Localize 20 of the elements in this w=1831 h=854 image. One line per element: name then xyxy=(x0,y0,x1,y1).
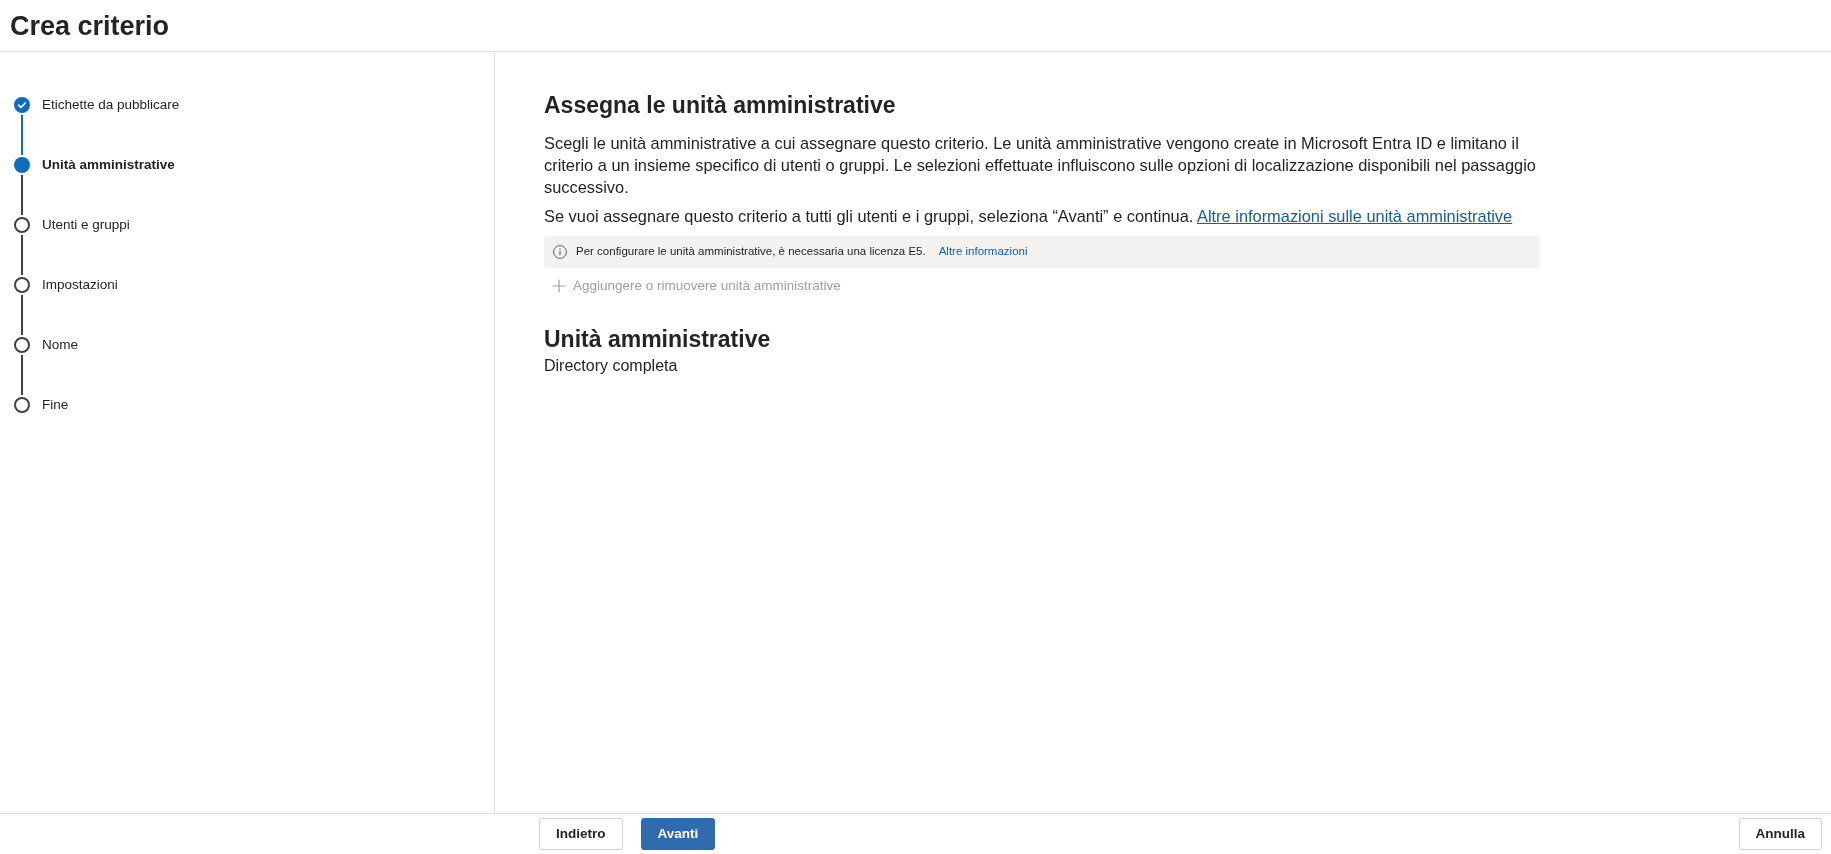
description-text: Scegli le unità amministrative a cui assegnare questo criterio. Le unità amministrative vengono create in Microsoft Entra ID e limitano il criterio a un insieme specifico di utenti o gruppi. Le selezioni effettuate influiscono sulle opzioni di localizzazione disponibili nel passaggio successivo. xyxy=(544,133,1537,198)
section-heading: Assegna le unità amministrative xyxy=(544,91,896,120)
step-label[interactable]: Utenti e gruppi xyxy=(42,217,130,233)
info-text: Per configurare le unità amministrative, è necessaria una licenza E5. xyxy=(576,244,926,260)
step-label[interactable]: Unità amministrative xyxy=(42,157,175,173)
plus-icon xyxy=(552,279,566,294)
next-button[interactable]: Avanti xyxy=(640,818,716,850)
cancel-button[interactable]: Annulla xyxy=(1738,818,1822,850)
step-label[interactable]: Fine xyxy=(42,397,69,413)
back-button[interactable]: Indietro xyxy=(539,818,623,850)
step-label[interactable]: Impostazioni xyxy=(42,277,118,293)
note-text: Se vuoi assegnare questo criterio a tutti gli utenti e i gruppi, seleziona “Avanti” e continua. Altre informazioni sulle unità amministrative xyxy=(544,206,1513,227)
subsection-heading: Unità amministrative xyxy=(544,325,771,355)
learn-more-link[interactable]: Altre informazioni sulle unità amministrative xyxy=(1197,207,1513,225)
step-label[interactable]: Etichette da pubblicare xyxy=(42,97,180,113)
info-icon xyxy=(553,245,567,259)
subsection-value: Directory completa xyxy=(544,356,678,377)
page-title: Crea criterio xyxy=(10,10,170,43)
step-label[interactable]: Nome xyxy=(42,337,78,353)
info-link[interactable]: Altre informazioni xyxy=(938,243,1028,261)
